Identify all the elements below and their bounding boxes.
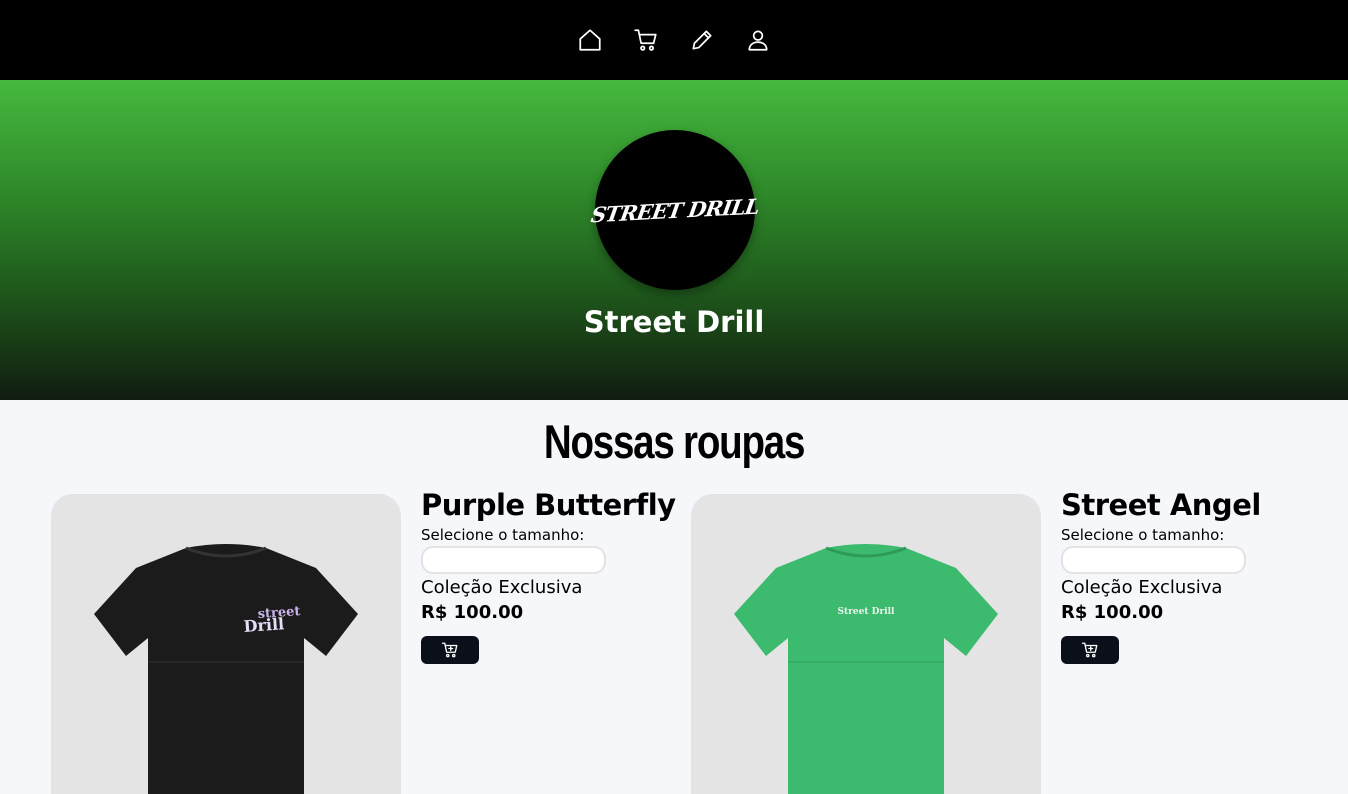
add-to-cart-button[interactable]	[421, 636, 479, 664]
top-navbar	[0, 0, 1348, 80]
collection-label: Coleção Exclusiva	[1061, 577, 1223, 598]
brand-name: Street Drill	[583, 305, 765, 339]
svg-text:Street Drill: Street Drill	[838, 607, 896, 617]
product-image[interactable]: Street Drill	[691, 494, 1041, 794]
tshirt-image: street Drill	[94, 544, 358, 794]
product-card: street Drill Purple Butterfly Selecione …	[51, 488, 676, 794]
home-icon[interactable]	[574, 24, 606, 56]
add-cart-icon	[441, 642, 458, 658]
product-info: Street Angel Selecione o tamanho: Coleçã…	[1061, 488, 1301, 794]
product-info: Purple Butterfly Selecione o tamanho: Co…	[421, 488, 676, 794]
pencil-icon[interactable]	[686, 24, 718, 56]
product-image[interactable]: street Drill	[51, 494, 401, 794]
size-label: Selecione o tamanho:	[1061, 526, 1225, 544]
product-price: R$ 100.00	[421, 602, 524, 623]
size-label: Selecione o tamanho:	[421, 526, 585, 544]
add-to-cart-button[interactable]	[1061, 636, 1119, 664]
user-icon[interactable]	[742, 24, 774, 56]
section-title: Nossas roupas	[543, 415, 806, 468]
size-select[interactable]	[421, 546, 606, 574]
product-name: Street Angel	[1061, 488, 1261, 522]
size-select[interactable]	[1061, 546, 1246, 574]
tshirt-image: Street Drill	[734, 544, 998, 794]
add-cart-icon	[1081, 642, 1098, 658]
product-list: street Drill Purple Butterfly Selecione …	[0, 480, 1348, 794]
brand-logo: STREET DRILL	[589, 130, 761, 290]
product-name: Purple Butterfly	[421, 488, 676, 522]
product-card: Street Drill Street Angel Selecione o ta…	[691, 488, 1301, 794]
cart-icon[interactable]	[630, 24, 662, 56]
logo-text: STREET DRILL	[589, 193, 761, 227]
collection-label: Coleção Exclusiva	[421, 577, 583, 598]
svg-text:Drill: Drill	[243, 614, 285, 636]
hero-banner: STREET DRILL Street Drill	[0, 80, 1348, 400]
product-price: R$ 100.00	[1061, 602, 1164, 623]
